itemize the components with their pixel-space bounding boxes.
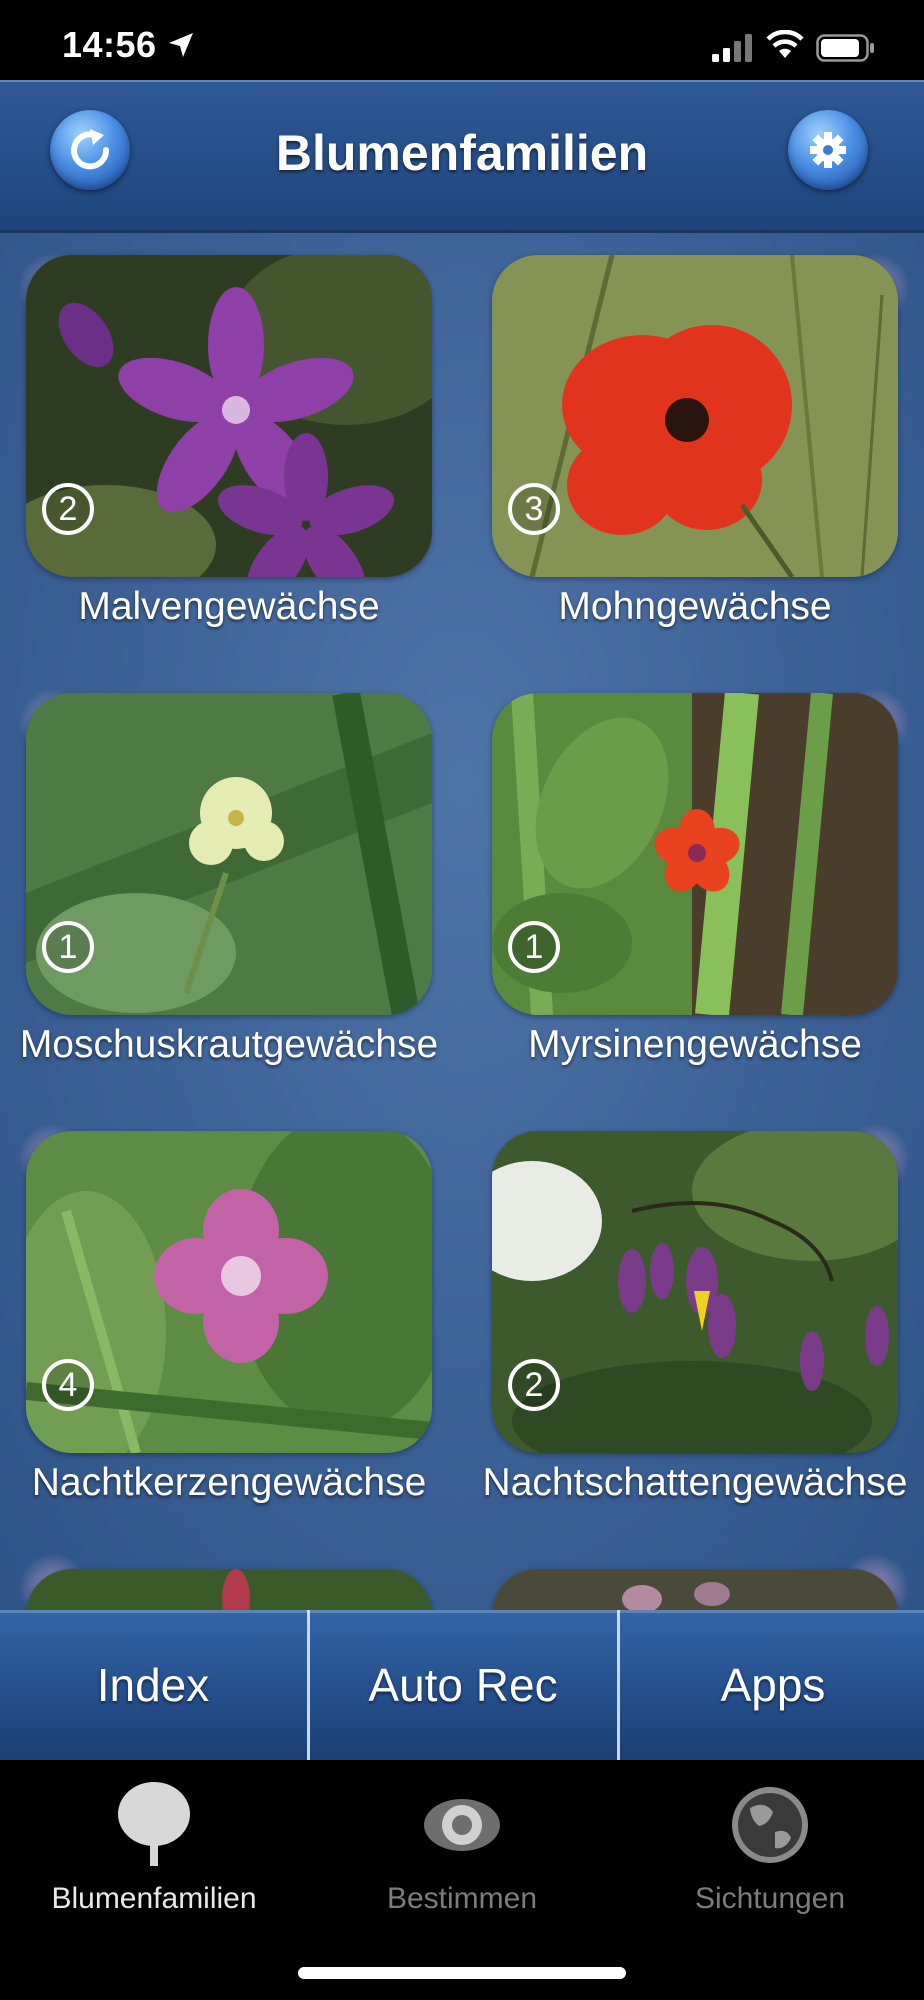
cellular-signal-icon [712,34,752,62]
family-grid[interactable]: 2 Malvengewächse 3 Mohngewächse 1 Moschu… [0,233,924,1610]
tab-bar: Blumenfamilien Bestimmen Sichtungen [0,1760,924,2000]
location-arrow-icon [169,33,193,57]
family-name: Malvengewächse [78,585,380,628]
count-badge: 1 [508,921,560,973]
page-title: Blumenfamilien [275,125,649,181]
tree-icon [118,1782,190,1866]
count-badge: 4 [42,1359,94,1411]
settings-button[interactable] [788,110,868,190]
navigation-bar: Blumenfamilien [0,80,924,233]
family-photo [26,1569,432,1610]
family-name: Mohngewächse [558,585,832,628]
count-badge: 1 [42,921,94,973]
count-badge: 2 [508,1359,560,1411]
count-badge: 2 [42,483,94,535]
action-toolbar: Index Auto Rec Apps [0,1610,924,1760]
battery-icon [816,34,874,62]
wifi-icon [766,30,804,58]
status-bar: 14:56 [0,0,924,80]
tab-label: Sichtungen [694,1882,846,1915]
gear-icon [810,132,846,168]
auto-rec-button[interactable]: Auto Rec [310,1610,616,1760]
tab-label: Bestimmen [386,1882,538,1915]
home-indicator [298,1967,626,1979]
family-name: Moschuskrautgewächse [19,1023,439,1066]
apps-button[interactable]: Apps [620,1610,924,1760]
index-button[interactable]: Index [0,1610,306,1760]
family-photo [26,255,432,577]
family-photo [26,1131,432,1453]
tab-label: Blumenfamilien [51,1882,257,1915]
tab-bestimmen[interactable]: Bestimmen [308,1780,616,1916]
globe-icon [732,1787,808,1863]
family-name: Nachtkerzengewächse [31,1461,427,1504]
family-photo [26,693,432,1015]
family-photo [492,693,898,1015]
family-photo [492,1131,898,1453]
tab-blumenfamilien[interactable]: Blumenfamilien [0,1780,308,1916]
eye-icon [424,1799,500,1851]
family-photo [492,1569,898,1610]
family-name: Myrsinengewächse [528,1023,862,1066]
status-time: 14:56 [62,24,157,65]
family-name: Nachtschattengewächse [482,1461,908,1504]
tab-sichtungen[interactable]: Sichtungen [616,1780,924,1916]
count-badge: 3 [508,483,560,535]
family-photo [492,255,898,577]
